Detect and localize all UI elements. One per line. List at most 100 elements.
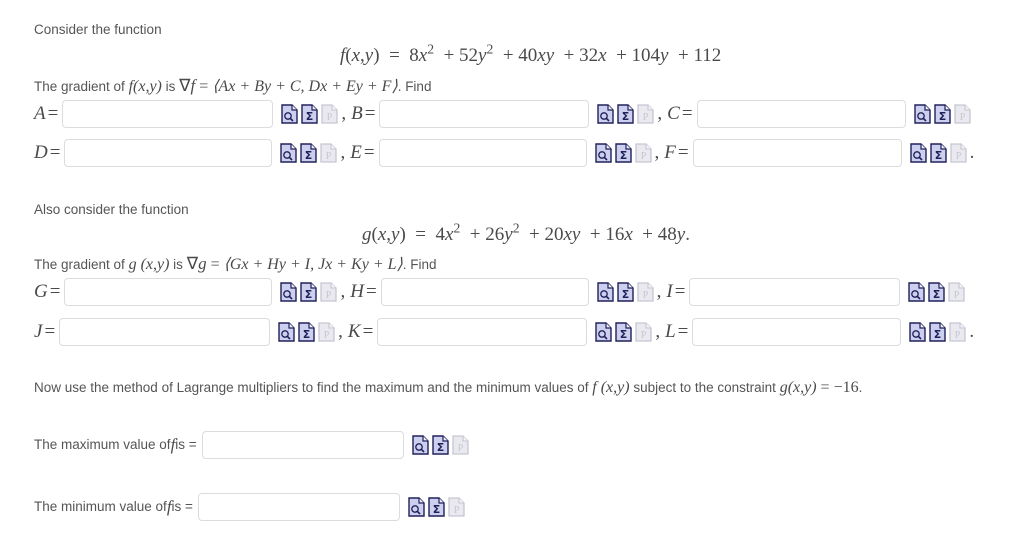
separator-D: ,	[340, 142, 346, 163]
preview-magnifier-icon[interactable]	[595, 322, 613, 342]
sigma-symbolic-icon[interactable]: Σ	[617, 104, 635, 124]
gradient-f-equals: =	[195, 78, 213, 95]
input-maximum-value[interactable]	[201, 431, 404, 459]
svg-text:P: P	[955, 151, 961, 162]
svg-text:Σ: Σ	[934, 149, 942, 162]
maximum-label-pre: The maximum value of	[34, 436, 171, 452]
page-help-icon: P	[948, 282, 966, 302]
svg-text:P: P	[955, 330, 961, 341]
maximum-label-post: is =	[175, 436, 197, 452]
input-A[interactable]	[62, 100, 274, 128]
answer-row-D: D = Σ P , E = Σ P , F = Σ P .	[34, 139, 974, 167]
equals-H: =	[365, 281, 377, 302]
equals-D: =	[49, 142, 61, 163]
gradient-g-statement: The gradient of g (x,y) is ∇g = ⟨Gx + Hy…	[34, 253, 437, 276]
preview-magnifier-icon[interactable]	[909, 322, 927, 342]
exercise-page: Consider the function f(x,y) = 8x2 + 52y…	[0, 0, 1025, 553]
equation-g: g(x,y) = 4x2 + 26y2 + 20xy + 16x + 48y.	[362, 220, 690, 245]
preview-magnifier-icon[interactable]	[411, 435, 429, 455]
icon-cluster-K: Σ P	[595, 322, 652, 342]
label-J: J	[34, 321, 43, 342]
page-help-icon: P	[448, 497, 465, 517]
svg-text:Σ: Σ	[436, 441, 444, 454]
sigma-symbolic-icon[interactable]: Σ	[428, 497, 445, 517]
separator-G: ,	[340, 281, 346, 302]
svg-text:Σ: Σ	[933, 288, 941, 301]
equals-F: =	[677, 142, 689, 163]
answer-row-G: G = Σ P , H = Σ P , I = Σ P	[34, 278, 966, 306]
input-B[interactable]	[379, 100, 590, 128]
input-I[interactable]	[689, 278, 901, 306]
preview-magnifier-icon[interactable]	[281, 104, 299, 124]
sigma-symbolic-icon[interactable]: Σ	[301, 104, 319, 124]
separator-A: ,	[341, 103, 347, 124]
page-help-icon: P	[634, 143, 652, 163]
preview-magnifier-icon[interactable]	[909, 143, 927, 163]
input-H[interactable]	[380, 278, 589, 306]
input-L[interactable]	[692, 318, 902, 346]
sigma-symbolic-icon[interactable]: Σ	[614, 143, 632, 163]
icon-cluster-I: Σ P	[908, 282, 966, 302]
preview-magnifier-icon[interactable]	[908, 282, 926, 302]
separator-H: ,	[656, 281, 662, 302]
sigma-symbolic-icon[interactable]: Σ	[431, 435, 449, 455]
sigma-symbolic-icon[interactable]: Σ	[300, 143, 318, 163]
page-help-icon: P	[635, 322, 652, 342]
gradient-f-nabla: ∇	[179, 76, 191, 95]
input-C[interactable]	[696, 100, 906, 128]
sigma-symbolic-icon[interactable]: Σ	[933, 104, 951, 124]
gradient-g-is: is	[169, 257, 187, 272]
svg-text:P: P	[457, 443, 463, 454]
sigma-symbolic-icon[interactable]: Σ	[615, 322, 633, 342]
input-E[interactable]	[378, 139, 587, 167]
sigma-symbolic-icon[interactable]: Σ	[616, 282, 634, 302]
preview-magnifier-icon[interactable]	[280, 282, 298, 302]
page-help-icon: P	[953, 104, 971, 124]
page-help-icon: P	[318, 322, 335, 342]
answer-row-A: A = Σ P , B = Σ P , C = Σ P	[34, 100, 971, 128]
preview-magnifier-icon[interactable]	[278, 322, 295, 342]
svg-text:Σ: Σ	[622, 110, 630, 123]
gradient-g-symbol: g	[198, 254, 207, 273]
label-C: C	[667, 103, 680, 124]
label-K: K	[347, 321, 361, 342]
preview-magnifier-icon[interactable]	[596, 282, 614, 302]
preview-magnifier-icon[interactable]	[597, 104, 615, 124]
lagrange-instruction: Now use the method of Lagrange multiplie…	[34, 377, 862, 399]
input-J[interactable]	[59, 318, 271, 346]
svg-text:Σ: Σ	[433, 503, 441, 516]
svg-text:Σ: Σ	[620, 328, 628, 341]
sigma-symbolic-icon[interactable]: Σ	[929, 143, 947, 163]
svg-text:P: P	[641, 330, 647, 341]
input-D[interactable]	[64, 139, 273, 167]
lagrange-constraint-value: = −16	[816, 379, 859, 396]
page-help-icon: P	[320, 282, 338, 302]
gradient-g-find: . Find	[402, 257, 437, 272]
icon-cluster-D: Σ P	[280, 143, 338, 163]
gradient-g-components: ⟨Gx + Hy + I, Jx + Ky + L⟩	[223, 256, 403, 273]
icon-cluster-minimum: Σ P	[408, 497, 465, 517]
input-minimum-value[interactable]	[197, 493, 400, 521]
input-F[interactable]	[692, 139, 902, 167]
preview-magnifier-icon[interactable]	[280, 143, 298, 163]
sigma-symbolic-icon[interactable]: Σ	[929, 322, 947, 342]
intro-text-1: Consider the function	[34, 22, 162, 37]
svg-text:P: P	[327, 112, 333, 123]
svg-text:P: P	[643, 112, 649, 123]
svg-text:P: P	[640, 151, 646, 162]
gradient-f-function: f(x,y)	[128, 78, 162, 95]
gradient-f-components: ⟨Ax + By + C, Dx + Ey + F⟩	[212, 78, 398, 95]
equals-E: =	[363, 142, 375, 163]
answer-row-maximum: The maximum value of f is = Σ P	[34, 431, 469, 459]
page-help-icon: P	[320, 143, 338, 163]
input-K[interactable]	[377, 318, 588, 346]
sigma-symbolic-icon[interactable]: Σ	[298, 322, 315, 342]
input-G[interactable]	[64, 278, 273, 306]
svg-text:Σ: Σ	[306, 110, 314, 123]
preview-magnifier-icon[interactable]	[594, 143, 612, 163]
preview-magnifier-icon[interactable]	[913, 104, 931, 124]
gradient-g-function: g (x,y)	[128, 256, 170, 273]
sigma-symbolic-icon[interactable]: Σ	[300, 282, 318, 302]
preview-magnifier-icon[interactable]	[408, 497, 425, 517]
sigma-symbolic-icon[interactable]: Σ	[928, 282, 946, 302]
